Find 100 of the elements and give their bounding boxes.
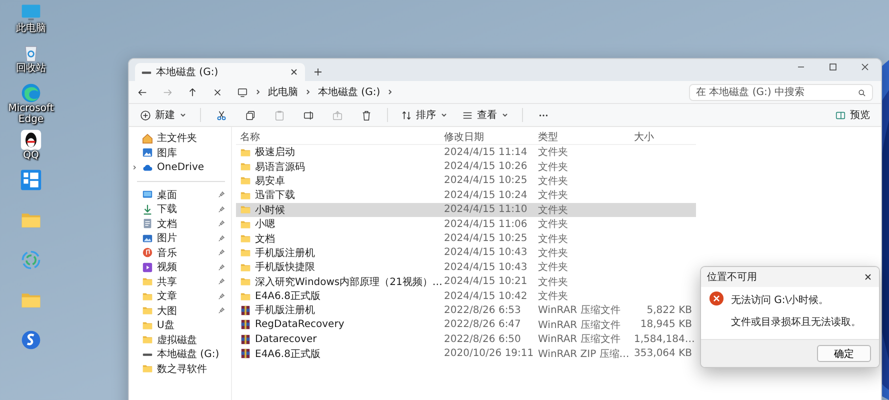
file-row[interactable]: 易安卓 2024/4/15 10:25 文件夹 bbox=[236, 174, 696, 188]
sidebar-item[interactable]: 虚拟磁盘 bbox=[131, 332, 231, 347]
up-arrow-icon[interactable] bbox=[187, 86, 198, 98]
sidebar-item[interactable]: 视频 bbox=[131, 260, 231, 274]
penguin-icon[interactable] bbox=[20, 129, 42, 151]
search-field[interactable]: 在 本地磁盘 (G:) 中搜索 bbox=[689, 84, 873, 100]
file-row[interactable]: 极速启动 2024/4/15 11:14 文件夹 bbox=[236, 145, 696, 160]
type-cell-text: 文件夹 bbox=[537, 160, 569, 174]
file-row[interactable]: 小嗯 2024/4/15 11:06 文件夹 bbox=[236, 216, 696, 232]
ok-button[interactable]: 确定 bbox=[817, 345, 871, 362]
file-name: 文档 bbox=[255, 232, 275, 246]
sidebar-item[interactable]: 图库 bbox=[131, 146, 231, 160]
size-cell-text: 5,822 KB bbox=[646, 304, 693, 316]
type-cell-text: 文件夹 bbox=[537, 232, 569, 246]
column-header[interactable]: 大小 bbox=[630, 130, 696, 144]
maximize-icon[interactable] bbox=[828, 62, 838, 72]
date-cell-text: 2022/8/26 6:47 bbox=[443, 319, 522, 330]
folder-icon bbox=[240, 276, 251, 288]
file-name: Datarecover bbox=[255, 334, 317, 345]
sidebar-item[interactable]: 大图 bbox=[131, 304, 231, 318]
file-row[interactable]: 深入研究Windows内部原理（21视频）… 2024/4/15 10:21 文件夹 bbox=[236, 274, 696, 289]
sidebar-item[interactable]: 音乐 bbox=[131, 246, 231, 260]
type-cell-text: 文件夹 bbox=[537, 204, 569, 217]
file-row[interactable]: 小时候 2024/4/15 11:10 文件夹 bbox=[236, 202, 696, 217]
sidebar-item[interactable]: 下载 bbox=[131, 202, 231, 216]
sidebar-item[interactable]: 数之寻软件 bbox=[131, 362, 231, 376]
dialog-message: 文件或目录损坏且无法读取。 bbox=[731, 316, 861, 329]
date-cell-text: 2024/4/15 11:14 bbox=[443, 146, 528, 158]
archive-icon bbox=[240, 319, 251, 330]
chevron-down-icon bbox=[501, 111, 509, 119]
panel-icon bbox=[835, 110, 846, 120]
new-button[interactable]: 新建 bbox=[135, 106, 192, 124]
folder-icon bbox=[142, 290, 153, 302]
view-button[interactable]: 查看 bbox=[457, 106, 514, 124]
file-row[interactable]: E4A6.8正式版 2020/10/26 19:11 WinRAR ZIP 压缩… 353,064 KB bbox=[236, 346, 696, 361]
date-cell-text: 2024/4/15 10:21 bbox=[443, 276, 528, 288]
back-arrow-icon[interactable] bbox=[137, 86, 148, 98]
new-tab-icon[interactable] bbox=[313, 67, 323, 77]
sort-button[interactable]: 排序 bbox=[396, 106, 453, 124]
file-row[interactable]: Datarecover 2022/8/26 6:50 WinRAR 压缩文件 1,584,184… bbox=[236, 332, 696, 346]
file-row[interactable]: RegDataRecovery 2022/8/26 6:47 WinRAR 压缩文件 18,945 KB bbox=[236, 318, 696, 332]
folder-icon bbox=[240, 218, 251, 230]
file-row[interactable]: 文档 2024/4/15 10:25 文件夹 bbox=[236, 231, 696, 246]
stop-icon[interactable] bbox=[212, 86, 223, 98]
folder-icon bbox=[240, 233, 251, 244]
type-cell-text: 文件夹 bbox=[537, 188, 569, 202]
chevron-right-icon bbox=[386, 88, 394, 96]
sidebar-item[interactable]: OneDrive bbox=[131, 160, 231, 174]
chevron-down-icon bbox=[179, 111, 187, 119]
error-icon bbox=[709, 291, 724, 306]
column-header[interactable]: 类型 bbox=[534, 130, 630, 144]
close-icon[interactable] bbox=[860, 62, 870, 72]
file-row[interactable]: 手机版注册机 2024/4/15 10:43 文件夹 bbox=[236, 246, 696, 260]
breadcrumb-item[interactable]: 此电脑 bbox=[268, 85, 298, 99]
breadcrumb-item[interactable]: 本地磁盘 (G:) bbox=[318, 85, 380, 99]
archive-icon bbox=[240, 304, 251, 316]
rename-icon bbox=[303, 110, 314, 120]
chevron-right-icon[interactable] bbox=[131, 164, 138, 171]
tiles-icon[interactable] bbox=[20, 169, 42, 191]
dialog-message: 无法访问 G:\小时候。 bbox=[731, 294, 830, 307]
monitor-icon bbox=[237, 86, 248, 98]
type-cell-text: 文件夹 bbox=[537, 260, 569, 274]
file-row[interactable]: 易语言源码 2024/4/15 10:26 文件夹 bbox=[236, 159, 696, 174]
type-cell-text: 文件夹 bbox=[537, 276, 569, 289]
date-cell-text: 2024/4/15 11:10 bbox=[443, 204, 528, 216]
picture-icon bbox=[142, 232, 153, 244]
sidebar-item[interactable]: 本地磁盘 (G:) bbox=[131, 347, 231, 362]
column-header[interactable]: 修改日期 bbox=[440, 130, 534, 144]
search-icon bbox=[858, 88, 866, 96]
column-header[interactable]: 名称 bbox=[236, 130, 440, 144]
folder-icon bbox=[240, 146, 251, 158]
file-name: 手机版注册机 bbox=[255, 304, 315, 318]
s-logo-icon[interactable] bbox=[20, 329, 42, 351]
type-cell-text: WinRAR ZIP 压缩… bbox=[537, 348, 630, 361]
type-cell-text: WinRAR 压缩文件 bbox=[537, 318, 622, 332]
file-name: 小时候 bbox=[255, 204, 285, 217]
file-row[interactable]: 手机版快捷限 2024/4/15 10:43 文件夹 bbox=[236, 260, 696, 275]
sidebar-item[interactable]: 文章 bbox=[131, 289, 231, 304]
date-cell-text: 2024/4/15 10:43 bbox=[443, 262, 528, 273]
chevron-right-icon bbox=[254, 88, 262, 96]
size-cell-text: 18,945 KB bbox=[639, 319, 693, 330]
sidebar-item[interactable]: 文档 bbox=[131, 216, 231, 231]
sidebar-item[interactable]: 桌面 bbox=[131, 188, 231, 202]
address-bar[interactable]: 此电脑 本地磁盘 (G:) bbox=[237, 83, 681, 101]
sidebar-item[interactable]: 图片 bbox=[131, 231, 231, 246]
size-cell-text: 1,584,184… bbox=[633, 334, 696, 345]
file-row[interactable]: 手机版注册机 2022/8/26 6:53 WinRAR 压缩文件 5,822 KB bbox=[236, 303, 696, 318]
close-icon[interactable] bbox=[289, 67, 299, 77]
file-row[interactable]: 迅雷下载 2024/4/15 10:24 文件夹 bbox=[236, 188, 696, 203]
preview-button[interactable]: 预览 bbox=[830, 106, 875, 124]
window-tab[interactable]: 本地磁盘 (G:) bbox=[135, 63, 305, 81]
date-cell-text: 2024/4/15 11:06 bbox=[443, 218, 528, 230]
folder-icon bbox=[240, 204, 251, 216]
file-name: 易安卓 bbox=[255, 174, 285, 188]
close-icon[interactable] bbox=[863, 272, 873, 282]
file-row[interactable]: E4A6.8正式版 2024/4/15 10:42 文件夹 bbox=[236, 288, 696, 304]
sidebar-item[interactable]: U盘 bbox=[131, 318, 231, 332]
file-name: 极速启动 bbox=[255, 146, 295, 160]
sidebar-item[interactable]: 共享 bbox=[131, 274, 231, 289]
sidebar-item[interactable]: 主文件夹 bbox=[131, 131, 231, 146]
